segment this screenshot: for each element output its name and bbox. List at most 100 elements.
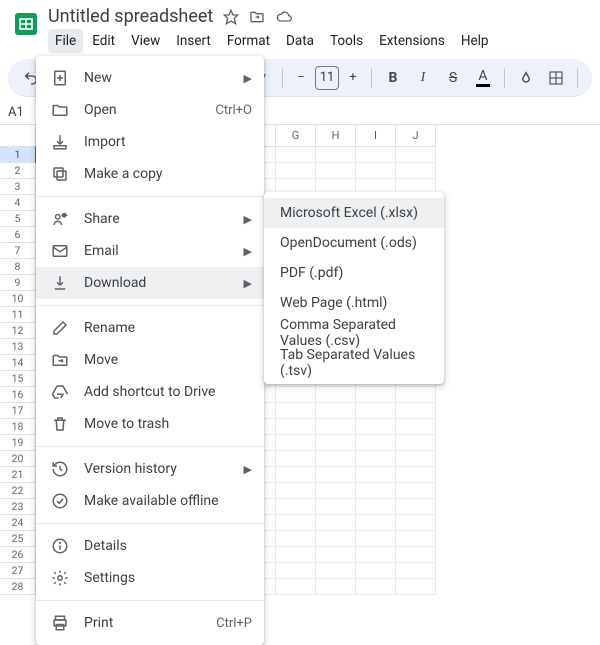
- menu-item-share[interactable]: Share ▶: [36, 203, 264, 235]
- col-header[interactable]: I: [356, 125, 396, 147]
- cell[interactable]: [396, 483, 436, 499]
- cell[interactable]: [396, 451, 436, 467]
- cloud-status-icon[interactable]: [275, 9, 293, 25]
- menu-file[interactable]: File: [48, 29, 83, 53]
- cell[interactable]: [356, 387, 396, 403]
- row-header[interactable]: 28: [0, 579, 36, 595]
- download-ods[interactable]: OpenDocument (.ods): [264, 228, 444, 258]
- cell[interactable]: [356, 403, 396, 419]
- menu-view[interactable]: View: [124, 29, 167, 53]
- cell[interactable]: [276, 403, 316, 419]
- cell[interactable]: [276, 579, 316, 595]
- row-header[interactable]: 21: [0, 467, 36, 483]
- star-icon[interactable]: [223, 9, 239, 25]
- menu-item-download[interactable]: Download ▶: [36, 267, 264, 299]
- row-header[interactable]: 1: [0, 147, 36, 163]
- col-header[interactable]: H: [316, 125, 356, 147]
- cell[interactable]: [356, 467, 396, 483]
- cell[interactable]: [396, 387, 436, 403]
- cell[interactable]: [276, 515, 316, 531]
- menu-item-trash[interactable]: Move to trash: [36, 408, 264, 440]
- download-xlsx[interactable]: Microsoft Excel (.xlsx): [264, 198, 444, 228]
- cell[interactable]: [316, 499, 356, 515]
- cell[interactable]: [276, 483, 316, 499]
- row-header[interactable]: 15: [0, 371, 36, 387]
- row-header[interactable]: 18: [0, 419, 36, 435]
- menu-item-rename[interactable]: Rename: [36, 312, 264, 344]
- row-header[interactable]: 24: [0, 515, 36, 531]
- row-header[interactable]: 4: [0, 195, 36, 211]
- move-folder-icon[interactable]: [249, 9, 265, 25]
- cell[interactable]: [316, 515, 356, 531]
- row-header[interactable]: 10: [0, 291, 36, 307]
- menu-item-offline[interactable]: Make available offline: [36, 485, 264, 517]
- row-header[interactable]: 7: [0, 243, 36, 259]
- menu-item-print[interactable]: Print Ctrl+P: [36, 607, 264, 639]
- cell[interactable]: [276, 435, 316, 451]
- cell[interactable]: [276, 147, 316, 163]
- row-header[interactable]: 20: [0, 451, 36, 467]
- cell[interactable]: [356, 531, 396, 547]
- row-header[interactable]: 27: [0, 563, 36, 579]
- row-header[interactable]: 22: [0, 483, 36, 499]
- cell[interactable]: [276, 499, 316, 515]
- cell[interactable]: [396, 499, 436, 515]
- menu-item-email[interactable]: Email ▶: [36, 235, 264, 267]
- cell[interactable]: [356, 147, 396, 163]
- font-size-decrease[interactable]: −: [291, 70, 311, 85]
- cell[interactable]: [316, 403, 356, 419]
- cell[interactable]: [396, 563, 436, 579]
- row-header[interactable]: 5: [0, 211, 36, 227]
- cell[interactable]: [276, 531, 316, 547]
- cell[interactable]: [276, 387, 316, 403]
- cell[interactable]: [276, 451, 316, 467]
- col-header[interactable]: J: [396, 125, 436, 147]
- row-header[interactable]: 26: [0, 547, 36, 563]
- row-header[interactable]: 8: [0, 259, 36, 275]
- cell[interactable]: [396, 419, 436, 435]
- cell[interactable]: [316, 163, 356, 179]
- menu-item-open[interactable]: Open Ctrl+O: [36, 94, 264, 126]
- cell[interactable]: [356, 451, 396, 467]
- menu-item-import[interactable]: Import: [36, 126, 264, 158]
- cell[interactable]: [356, 499, 396, 515]
- sheets-logo[interactable]: [12, 10, 40, 38]
- cell[interactable]: [356, 483, 396, 499]
- menu-item-add-shortcut[interactable]: Add shortcut to Drive: [36, 376, 264, 408]
- cell[interactable]: [396, 515, 436, 531]
- menu-insert[interactable]: Insert: [169, 29, 218, 53]
- cell[interactable]: [316, 563, 356, 579]
- download-tsv[interactable]: Tab Separated Values (.tsv): [264, 348, 444, 378]
- doc-title[interactable]: Untitled spreadsheet: [48, 6, 213, 27]
- fill-color-button[interactable]: [513, 65, 539, 91]
- col-header[interactable]: G: [276, 125, 316, 147]
- row-header[interactable]: 14: [0, 355, 36, 371]
- row-header[interactable]: 19: [0, 435, 36, 451]
- cell[interactable]: [316, 467, 356, 483]
- menu-item-move[interactable]: Move: [36, 344, 264, 376]
- cell[interactable]: [316, 419, 356, 435]
- row-header[interactable]: 6: [0, 227, 36, 243]
- row-header[interactable]: 9: [0, 275, 36, 291]
- cell[interactable]: [316, 147, 356, 163]
- row-header[interactable]: 2: [0, 163, 36, 179]
- download-pdf[interactable]: PDF (.pdf): [264, 258, 444, 288]
- cell[interactable]: [316, 547, 356, 563]
- cell[interactable]: [316, 531, 356, 547]
- row-header[interactable]: 16: [0, 387, 36, 403]
- cell[interactable]: [396, 163, 436, 179]
- row-header[interactable]: 13: [0, 339, 36, 355]
- font-size-increase[interactable]: +: [343, 70, 363, 85]
- download-html[interactable]: Web Page (.html): [264, 288, 444, 318]
- cell[interactable]: [276, 419, 316, 435]
- menu-data[interactable]: Data: [279, 29, 321, 53]
- bold-button[interactable]: B: [380, 65, 406, 91]
- cell[interactable]: [396, 403, 436, 419]
- menu-item-version-history[interactable]: Version history ▶: [36, 453, 264, 485]
- row-header[interactable]: 25: [0, 531, 36, 547]
- cell[interactable]: [396, 435, 436, 451]
- menu-item-settings[interactable]: Settings: [36, 562, 264, 594]
- cell[interactable]: [316, 579, 356, 595]
- text-color-button[interactable]: A: [470, 65, 496, 91]
- menu-extensions[interactable]: Extensions: [372, 29, 452, 53]
